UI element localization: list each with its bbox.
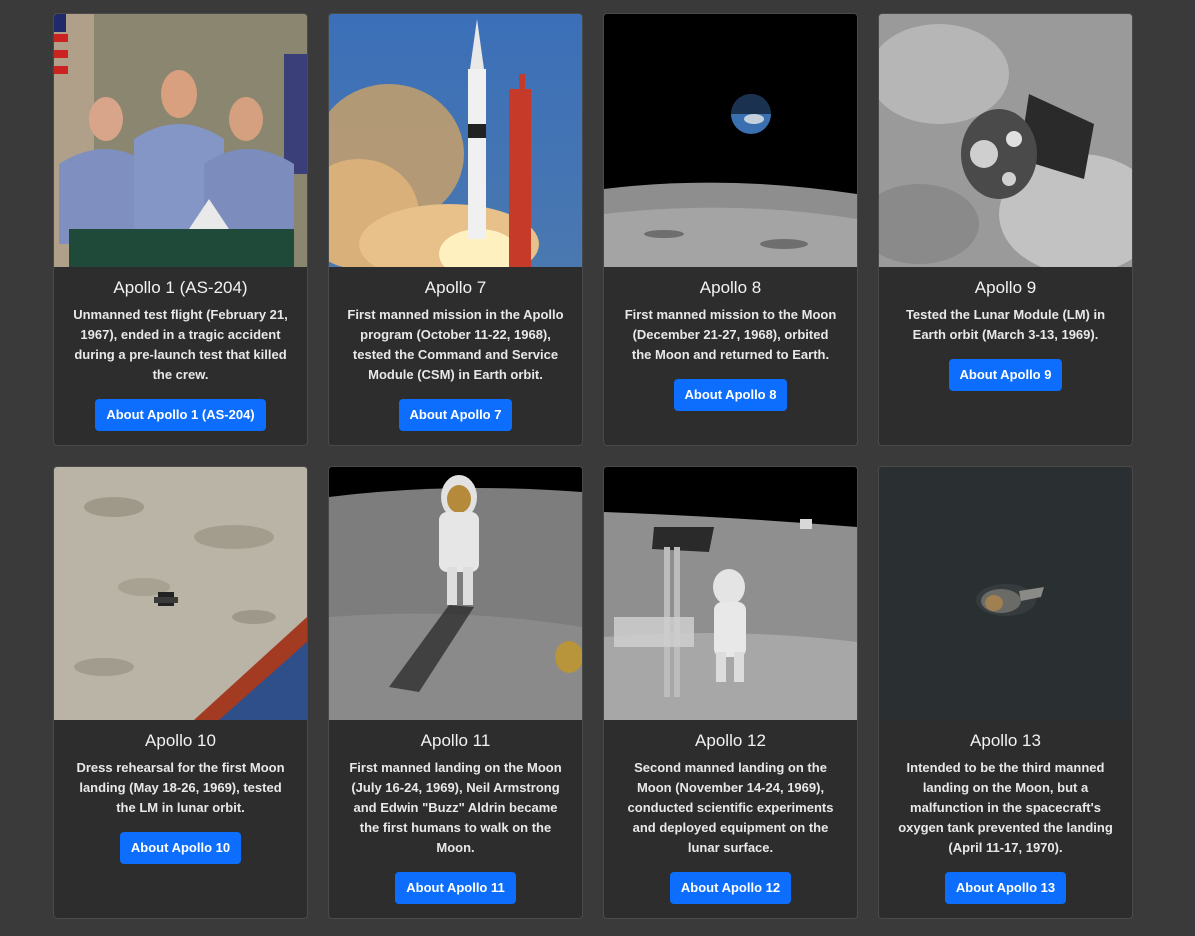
about-apollo-11-button[interactable]: About Apollo 11 bbox=[395, 872, 516, 904]
mission-description: First manned mission to the Moon (Decemb… bbox=[624, 307, 837, 362]
mission-description: Dress rehearsal for the first Moon landi… bbox=[76, 760, 285, 815]
apollo-13-spacecraft-photo bbox=[879, 467, 1132, 720]
mission-card-apollo-11: Apollo 11 First manned landing on the Mo… bbox=[328, 466, 583, 919]
mission-title: Apollo 8 bbox=[699, 278, 762, 297]
apollo-7-launch-photo bbox=[329, 14, 582, 267]
apollo-8-earthrise-photo bbox=[604, 14, 857, 267]
apollo-1-crew-photo bbox=[54, 14, 307, 267]
mission-title: Apollo 12 bbox=[695, 731, 766, 750]
about-apollo-8-button[interactable]: About Apollo 8 bbox=[673, 379, 788, 411]
mission-description: First manned mission in the Apollo progr… bbox=[347, 307, 564, 382]
mission-description: Intended to be the third manned landing … bbox=[898, 760, 1113, 855]
mission-card-apollo-9: Apollo 9 Tested the Lunar Module (LM) in… bbox=[878, 13, 1133, 446]
mission-title: Apollo 9 bbox=[974, 278, 1037, 297]
mission-title: Apollo 10 bbox=[145, 731, 216, 750]
mission-description: First manned landing on the Moon (July 1… bbox=[349, 760, 562, 855]
mission-card-apollo-10: Apollo 10 Dress rehearsal for the first … bbox=[53, 466, 308, 919]
about-apollo-12-button[interactable]: About Apollo 12 bbox=[669, 872, 792, 904]
mission-card-apollo-1: Apollo 1 (AS-204) Unmanned test flight (… bbox=[53, 13, 308, 446]
mission-title: Apollo 7 bbox=[424, 278, 487, 297]
apollo-10-lunar-orbit-photo bbox=[54, 467, 307, 720]
apollo-12-surface-photo bbox=[604, 467, 857, 720]
about-apollo-1-button[interactable]: About Apollo 1 (AS-204) bbox=[95, 399, 266, 431]
apollo-9-lunar-module-photo bbox=[879, 14, 1132, 267]
about-apollo-9-button[interactable]: About Apollo 9 bbox=[948, 359, 1063, 391]
mission-grid: Apollo 1 (AS-204) Unmanned test flight (… bbox=[53, 13, 1133, 919]
about-apollo-10-button[interactable]: About Apollo 10 bbox=[119, 832, 242, 864]
mission-card-apollo-12: Apollo 12 Second manned landing on the M… bbox=[603, 466, 858, 919]
mission-description: Second manned landing on the Moon (Novem… bbox=[627, 760, 834, 855]
mission-card-apollo-7: Apollo 7 First manned mission in the Apo… bbox=[328, 13, 583, 446]
about-apollo-7-button[interactable]: About Apollo 7 bbox=[398, 399, 513, 431]
mission-description: Tested the Lunar Module (LM) in Earth or… bbox=[905, 307, 1106, 342]
mission-card-apollo-8: Apollo 8 First manned mission to the Moo… bbox=[603, 13, 858, 446]
apollo-11-moonwalk-photo bbox=[329, 467, 582, 720]
about-apollo-13-button[interactable]: About Apollo 13 bbox=[944, 872, 1067, 904]
mission-title: Apollo 13 bbox=[970, 731, 1041, 750]
mission-title: Apollo 11 bbox=[420, 731, 491, 750]
mission-title: Apollo 1 (AS-204) bbox=[113, 278, 248, 297]
mission-description: Unmanned test flight (February 21, 1967)… bbox=[73, 307, 288, 382]
mission-card-apollo-13: Apollo 13 Intended to be the third manne… bbox=[878, 466, 1133, 919]
